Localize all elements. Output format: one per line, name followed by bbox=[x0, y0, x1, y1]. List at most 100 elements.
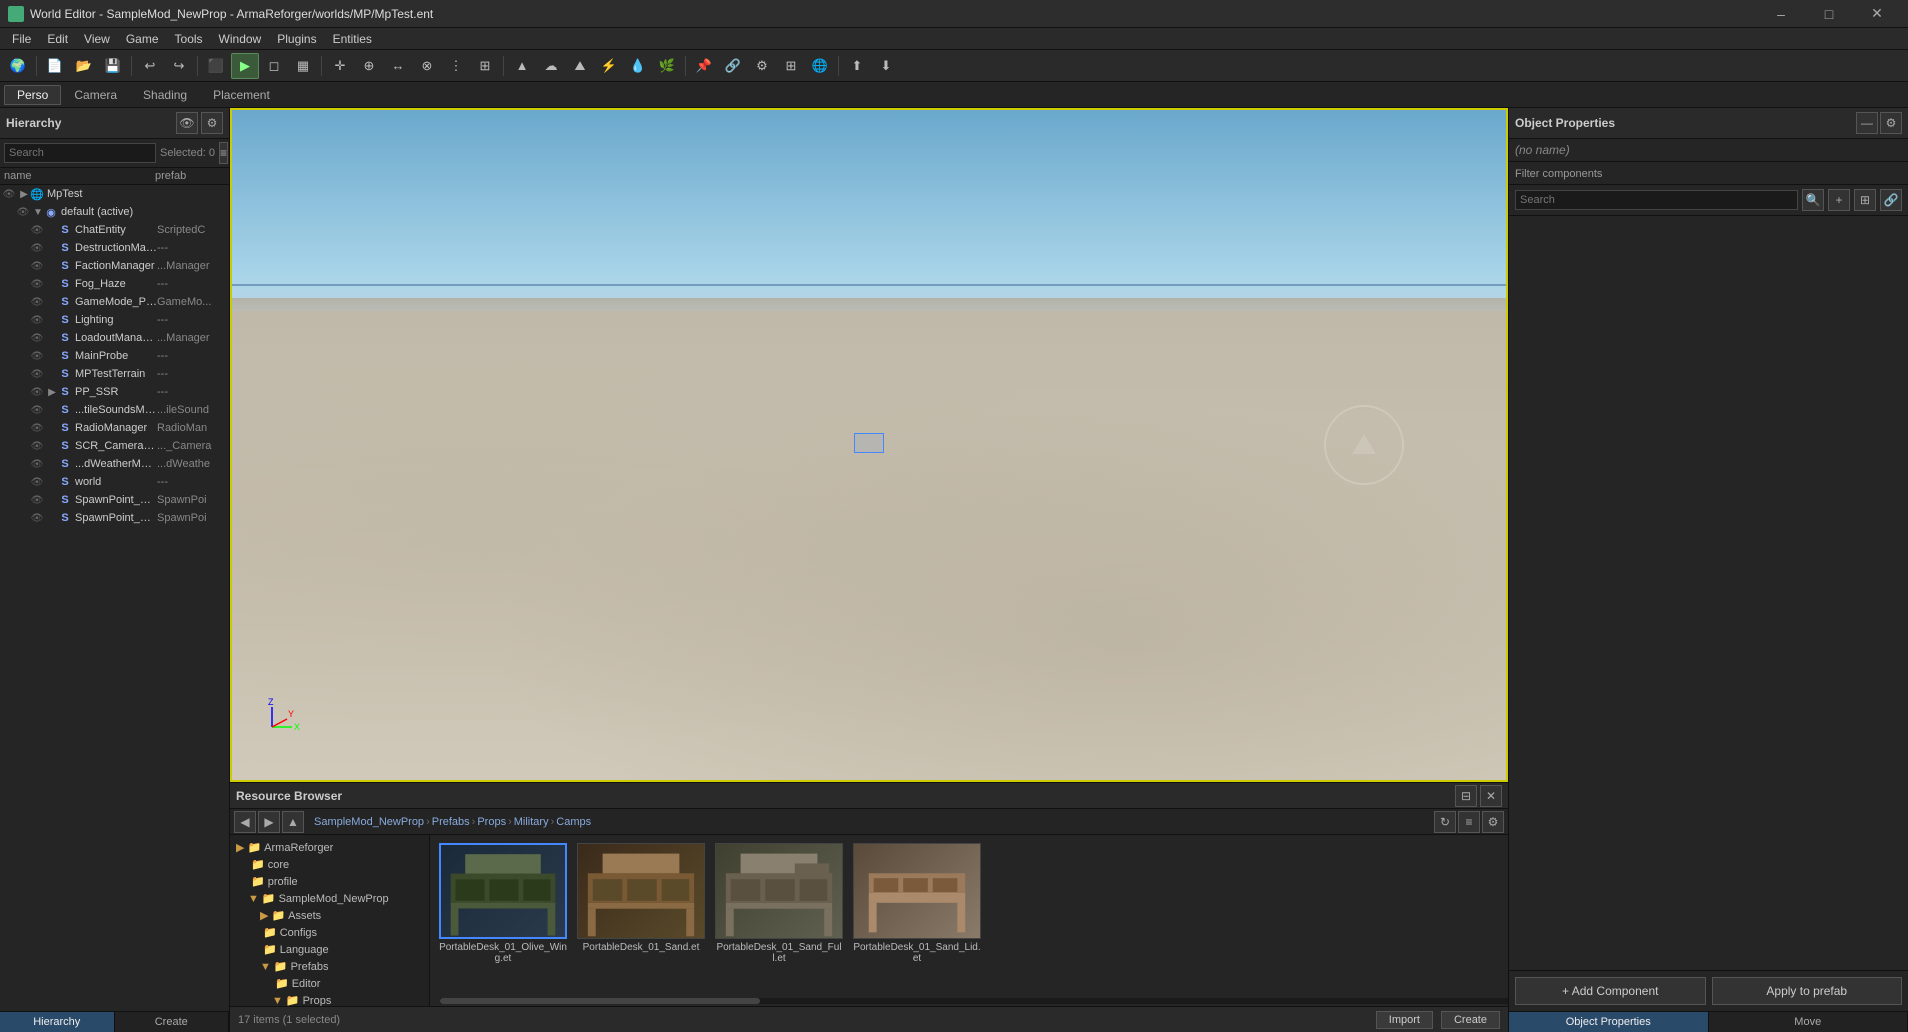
menu-view[interactable]: View bbox=[76, 30, 118, 48]
eye-icon[interactable]: 👁 bbox=[30, 493, 44, 507]
tree-item-world[interactable]: 👁 S world --- bbox=[28, 473, 229, 491]
tb-export-btn[interactable]: ⬆ bbox=[843, 53, 871, 79]
tb-terrain-btn[interactable]: ▲ bbox=[508, 53, 536, 79]
hierarchy-filter-btn[interactable]: ≡ bbox=[219, 142, 228, 164]
op-tab-move[interactable]: Move bbox=[1709, 1012, 1908, 1032]
hierarchy-settings-btn[interactable]: ⚙ bbox=[201, 112, 223, 134]
tb-undo-btn[interactable]: ↩ bbox=[136, 53, 164, 79]
op-view-btn[interactable]: ⊞ bbox=[1854, 189, 1876, 211]
hierarchy-search-input[interactable] bbox=[4, 143, 156, 163]
tree-item-weather[interactable]: 👁 S ...dWeatherManager ...dWeathe bbox=[28, 455, 229, 473]
tb-move-btn[interactable]: ✛ bbox=[326, 53, 354, 79]
tree-item-ppssr[interactable]: 👁 ▶ S PP_SSR --- bbox=[28, 383, 229, 401]
tb-play-btn[interactable]: ▶ bbox=[231, 53, 259, 79]
rb-path-root[interactable]: SampleMod_NewProp bbox=[314, 816, 424, 828]
rb-hscroll[interactable] bbox=[440, 998, 1508, 1004]
expand-icon[interactable]: ▶ bbox=[18, 187, 30, 201]
3d-viewport[interactable]: ⛰ X Z Y bbox=[230, 108, 1508, 782]
eye-icon[interactable]: 👁 bbox=[30, 295, 44, 309]
eye-icon[interactable]: 👁 bbox=[30, 511, 44, 525]
tb-water-btn[interactable]: 💧 bbox=[624, 53, 652, 79]
op-add-btn[interactable]: + bbox=[1828, 189, 1850, 211]
rb-grid-item-desk2[interactable]: PortableDesk_01_Sand.et bbox=[576, 843, 706, 964]
rb-path-prefabs[interactable]: Prefabs bbox=[432, 816, 470, 828]
rb-refresh-btn[interactable]: ↻ bbox=[1434, 811, 1456, 833]
expand-icon[interactable]: ▼ bbox=[32, 205, 44, 219]
menu-game[interactable]: Game bbox=[118, 30, 167, 48]
tb-gear-btn[interactable]: ⚙ bbox=[748, 53, 776, 79]
rb-import-btn[interactable]: Import bbox=[1376, 1011, 1433, 1029]
menu-file[interactable]: File bbox=[4, 30, 39, 48]
tb-redo-btn[interactable]: ↪ bbox=[165, 53, 193, 79]
eye-icon[interactable]: 👁 bbox=[30, 241, 44, 255]
tb-link-btn[interactable]: 🔗 bbox=[719, 53, 747, 79]
tree-item-spawn2[interactable]: 👁 S SpawnPoint_US_1 SpawnPoi bbox=[28, 509, 229, 527]
tb-paint-btn[interactable]: ☁ bbox=[537, 53, 565, 79]
tree-item-fog[interactable]: 👁 S Fog_Haze --- bbox=[28, 275, 229, 293]
rb-settings-btn[interactable]: ⊟ bbox=[1455, 785, 1477, 807]
tb-path-btn[interactable]: ⛰ bbox=[566, 53, 594, 79]
menu-plugins[interactable]: Plugins bbox=[269, 30, 324, 48]
tb-import-btn[interactable]: ⬇ bbox=[872, 53, 900, 79]
rb-path-camps[interactable]: Camps bbox=[556, 816, 591, 828]
tree-item-mpttest[interactable]: 👁 ▶ 🌐 MpTest bbox=[0, 185, 229, 203]
rb-tree-samplemod[interactable]: ▼ 📁 SampleMod_NewProp bbox=[246, 890, 425, 907]
tree-item-chatentity[interactable]: 👁 S ChatEntity ScriptedC bbox=[28, 221, 229, 239]
menu-tools[interactable]: Tools bbox=[167, 30, 211, 48]
close-button[interactable]: ✕ bbox=[1854, 0, 1900, 28]
eye-icon[interactable]: 👁 bbox=[30, 457, 44, 471]
tb-veg-btn[interactable]: 🌿 bbox=[653, 53, 681, 79]
rb-forward-btn[interactable]: ▶ bbox=[258, 811, 280, 833]
tb-rotate-btn[interactable]: ⊕ bbox=[355, 53, 383, 79]
tree-item-lighting[interactable]: 👁 S Lighting --- bbox=[28, 311, 229, 329]
tree-item-camera[interactable]: 👁 S SCR_CameraManager ..._Camera bbox=[28, 437, 229, 455]
eye-icon[interactable]: 👁 bbox=[16, 205, 30, 219]
op-settings-btn[interactable]: ⚙ bbox=[1880, 112, 1902, 134]
tb-pivot-btn[interactable]: ⊗ bbox=[413, 53, 441, 79]
tb-select-btn[interactable]: ⬛ bbox=[202, 53, 230, 79]
tb-grid-btn[interactable]: ⊞ bbox=[777, 53, 805, 79]
tb-box-btn[interactable]: ▦ bbox=[289, 53, 317, 79]
tb-pin-btn[interactable]: 📌 bbox=[690, 53, 718, 79]
tree-item-spawn1[interactable]: 👁 S SpawnPoint_USSR_1 SpawnPoi bbox=[28, 491, 229, 509]
rb-path-military[interactable]: Military bbox=[514, 816, 549, 828]
rb-tree-editor[interactable]: 📁 Editor bbox=[270, 975, 425, 992]
rb-filter-btn[interactable]: ≡ bbox=[1458, 811, 1480, 833]
tree-item-mainprobe[interactable]: 👁 S MainProbe --- bbox=[28, 347, 229, 365]
eye-icon[interactable]: 👁 bbox=[30, 349, 44, 363]
rb-back-btn[interactable]: ◀ bbox=[234, 811, 256, 833]
tree-item-destruction[interactable]: 👁 S DestructionManager --- bbox=[28, 239, 229, 257]
op-search-input[interactable] bbox=[1515, 190, 1798, 210]
tree-item-faction[interactable]: 👁 S FactionManager ...Manager bbox=[28, 257, 229, 275]
eye-icon[interactable]: 👁 bbox=[30, 421, 44, 435]
rb-grid-item-desk4[interactable]: PortableDesk_01_Sand_Lid.et bbox=[852, 843, 982, 964]
rb-config-btn[interactable]: ⚙ bbox=[1482, 811, 1504, 833]
eye-icon[interactable]: 👁 bbox=[30, 313, 44, 327]
tb-scale-btn[interactable]: ↔ bbox=[384, 53, 412, 79]
eye-icon[interactable]: 👁 bbox=[30, 259, 44, 273]
tb-new-btn[interactable]: 📄 bbox=[41, 53, 69, 79]
rb-tree-assets[interactable]: ▶ 📁 Assets bbox=[258, 907, 425, 924]
eye-icon[interactable]: 👁 bbox=[30, 475, 44, 489]
maximize-button[interactable]: □ bbox=[1806, 0, 1852, 28]
eye-icon[interactable]: 👁 bbox=[30, 331, 44, 345]
tree-item-tilesounds[interactable]: 👁 S ...tileSoundsManager ...ileSound bbox=[28, 401, 229, 419]
menu-window[interactable]: Window bbox=[211, 30, 270, 48]
menu-entities[interactable]: Entities bbox=[325, 30, 380, 48]
tab-hierarchy[interactable]: Hierarchy bbox=[0, 1012, 115, 1032]
tab-camera[interactable]: Camera bbox=[61, 85, 130, 105]
tab-placement[interactable]: Placement bbox=[200, 85, 283, 105]
rb-tree-profile[interactable]: 📁 profile bbox=[246, 873, 425, 890]
rb-tree-language[interactable]: 📁 Language bbox=[258, 941, 425, 958]
tb-snap2-btn[interactable]: ⊞ bbox=[471, 53, 499, 79]
rb-path-props[interactable]: Props bbox=[477, 816, 506, 828]
tb-save-btn[interactable]: 💾 bbox=[99, 53, 127, 79]
rb-tree-prefabs[interactable]: ▼ 📁 Prefabs bbox=[258, 958, 425, 975]
tb-cube-btn[interactable]: ◻ bbox=[260, 53, 288, 79]
eye-icon[interactable]: 👁 bbox=[30, 367, 44, 381]
eye-icon[interactable]: 👁 bbox=[30, 385, 44, 399]
rb-tree-props[interactable]: ▼ 📁 Props bbox=[270, 992, 425, 1006]
tree-item-gamemode[interactable]: 👁 S GameMode_Plain1 GameMo... bbox=[28, 293, 229, 311]
eye-icon[interactable]: 👁 bbox=[30, 277, 44, 291]
tb-logo-btn[interactable]: 🌍 bbox=[4, 53, 32, 79]
